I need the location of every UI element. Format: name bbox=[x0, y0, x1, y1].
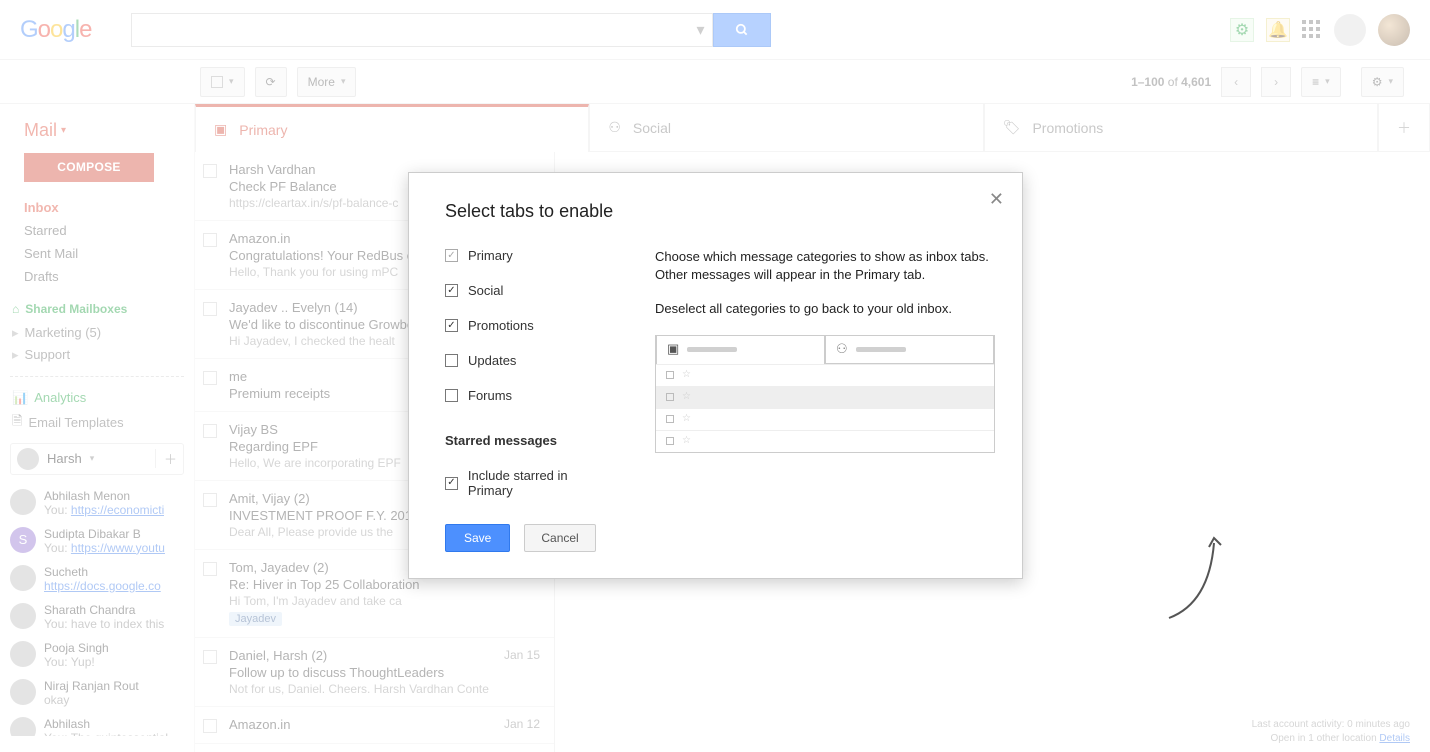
inbox-icon: ▣ bbox=[667, 340, 679, 358]
save-button[interactable]: Save bbox=[445, 524, 510, 552]
preview-row: ☆ bbox=[656, 386, 994, 408]
tab-option-promotions[interactable]: Promotions bbox=[445, 318, 615, 333]
include-starred-option[interactable]: Include starred in Primary bbox=[445, 468, 615, 498]
dialog-close-button[interactable]: ✕ bbox=[989, 189, 1004, 210]
checkbox-icon bbox=[445, 249, 458, 262]
preview-tab-social: ⚇ bbox=[825, 336, 994, 364]
tab-option-social[interactable]: Social bbox=[445, 283, 615, 298]
tab-option-updates[interactable]: Updates bbox=[445, 353, 615, 368]
preview-row: ☆ bbox=[656, 364, 994, 386]
dialog-title: Select tabs to enable bbox=[445, 201, 986, 222]
tabs-preview: ▣ ⚇ ☆ ☆ ☆ ☆ bbox=[655, 335, 995, 453]
cancel-button[interactable]: Cancel bbox=[524, 524, 595, 552]
checkbox-icon bbox=[445, 477, 458, 490]
dialog-info: Choose which message categories to show … bbox=[655, 248, 995, 498]
tab-option-forums[interactable]: Forums bbox=[445, 388, 615, 403]
checkbox-icon bbox=[445, 284, 458, 297]
preview-row: ☆ bbox=[656, 408, 994, 430]
people-icon: ⚇ bbox=[836, 340, 848, 358]
select-tabs-dialog: ✕ Select tabs to enable Primary Social Pro… bbox=[408, 172, 1023, 579]
tab-option-primary: Primary bbox=[445, 248, 615, 263]
checkbox-icon bbox=[445, 319, 458, 332]
checkbox-icon bbox=[445, 354, 458, 367]
starred-heading: Starred messages bbox=[445, 433, 615, 448]
checkbox-icon bbox=[445, 389, 458, 402]
preview-tab-primary: ▣ bbox=[656, 336, 825, 364]
preview-row: ☆ bbox=[656, 430, 994, 452]
